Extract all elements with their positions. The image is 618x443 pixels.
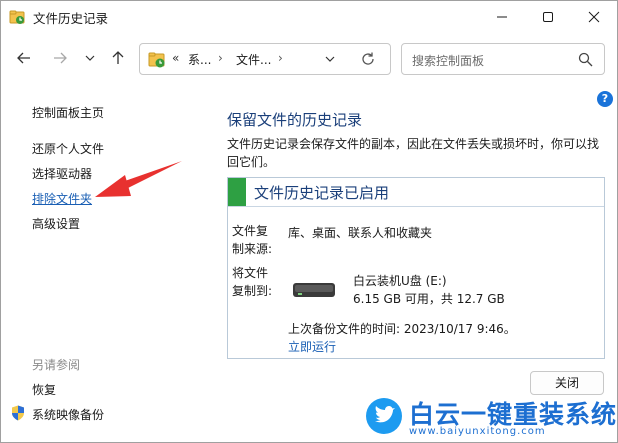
usb-drive-icon bbox=[293, 283, 335, 297]
minimize-button[interactable] bbox=[479, 1, 525, 33]
maximize-icon bbox=[543, 12, 553, 22]
copy-to-label: 将文件 复制到: bbox=[232, 264, 272, 300]
sidebar-item-restore-files[interactable]: 还原个人文件 bbox=[32, 140, 104, 157]
window-title: 文件历史记录 bbox=[33, 11, 109, 26]
close-window-button[interactable] bbox=[571, 1, 617, 33]
run-now-link[interactable]: 立即运行 bbox=[288, 338, 336, 355]
breadcrumb-system[interactable]: 系... bbox=[188, 51, 211, 68]
last-backup-time: 上次备份文件的时间: 2023/10/17 9:46。 bbox=[288, 322, 516, 336]
back-button[interactable] bbox=[13, 47, 35, 69]
sidebar-item-control-panel-home[interactable]: 控制面板主页 bbox=[32, 104, 104, 121]
watermark-url: www.baiyunxitong.com bbox=[409, 426, 546, 437]
file-history-window: 文件历史记录 « 系... › 文件... › 搜索控制面板 ? 控制面板主页 … bbox=[0, 0, 618, 443]
chevron-down-icon bbox=[85, 55, 95, 61]
title-bar: 文件历史记录 bbox=[1, 1, 617, 33]
panel-divider bbox=[228, 206, 604, 207]
back-arrow-icon bbox=[17, 52, 30, 64]
see-also-system-image-backup[interactable]: 系统映像备份 bbox=[32, 406, 104, 423]
drive-space: 6.15 GB 可用，共 12.7 GB bbox=[353, 292, 505, 306]
search-icon bbox=[578, 52, 593, 67]
copy-to-label-line2: 复制到: bbox=[232, 284, 273, 298]
file-history-icon bbox=[9, 10, 25, 24]
copy-from-label-line1: 文件复 bbox=[232, 224, 269, 238]
copy-from-label: 文件复 制来源: bbox=[232, 222, 272, 258]
page-title: 保留文件的历史记录 bbox=[227, 111, 363, 129]
watermark: 白云一键重装系统 www.baiyunxitong.com bbox=[357, 395, 617, 442]
sidebar-item-exclude-folders[interactable]: 排除文件夹 bbox=[32, 190, 92, 207]
page-description: 文件历史记录会保存文件的副本，因此在文件丢失或损坏时，你可以找回它们。 bbox=[227, 137, 600, 169]
minimize-icon bbox=[497, 16, 507, 18]
help-button[interactable]: ? bbox=[597, 91, 613, 107]
uac-shield-icon bbox=[12, 405, 24, 421]
sidebar-item-advanced-settings[interactable]: 高级设置 bbox=[32, 215, 80, 232]
breadcrumb-file-history[interactable]: 文件... bbox=[236, 51, 271, 68]
copy-to-label-line1: 将文件 bbox=[232, 266, 269, 280]
see-also-heading: 另请参阅 bbox=[32, 358, 81, 372]
search-placeholder: 搜索控制面板 bbox=[412, 54, 485, 68]
drive-name: 白云装机U盘 (E:) bbox=[353, 274, 447, 288]
sidebar-item-select-drive[interactable]: 选择驱动器 bbox=[32, 165, 92, 182]
search-box[interactable]: 搜索控制面板 bbox=[401, 43, 605, 75]
refresh-icon[interactable] bbox=[360, 51, 376, 67]
control-panel-icon bbox=[148, 52, 165, 68]
breadcrumb-separator[interactable]: › bbox=[218, 51, 223, 65]
status-title: 文件历史记录已启用 bbox=[254, 184, 390, 202]
twitter-bird-logo-icon bbox=[366, 398, 402, 434]
chevron-down-icon[interactable] bbox=[324, 53, 336, 65]
up-button[interactable] bbox=[107, 47, 129, 69]
status-indicator bbox=[228, 178, 246, 206]
copy-from-value: 库、桌面、联系人和收藏夹 bbox=[288, 226, 433, 240]
up-arrow-icon bbox=[112, 51, 124, 64]
close-icon bbox=[588, 11, 600, 23]
forward-button[interactable] bbox=[49, 47, 71, 69]
breadcrumb-overflow[interactable]: « bbox=[172, 51, 179, 65]
close-button[interactable]: 关闭 bbox=[530, 371, 604, 395]
forward-arrow-icon bbox=[54, 52, 67, 64]
recent-locations-button[interactable] bbox=[79, 47, 101, 69]
breadcrumb-separator[interactable]: › bbox=[278, 51, 283, 65]
status-panel: 文件历史记录已启用 文件复 制来源: 库、桌面、联系人和收藏夹 将文件 复制到:… bbox=[227, 177, 605, 359]
see-also-recovery[interactable]: 恢复 bbox=[32, 381, 56, 398]
navigation-toolbar: « 系... › 文件... › 搜索控制面板 bbox=[1, 33, 617, 89]
address-bar[interactable]: « 系... › 文件... › bbox=[139, 43, 391, 75]
maximize-button[interactable] bbox=[525, 1, 571, 33]
copy-from-label-line2: 制来源: bbox=[232, 242, 273, 256]
